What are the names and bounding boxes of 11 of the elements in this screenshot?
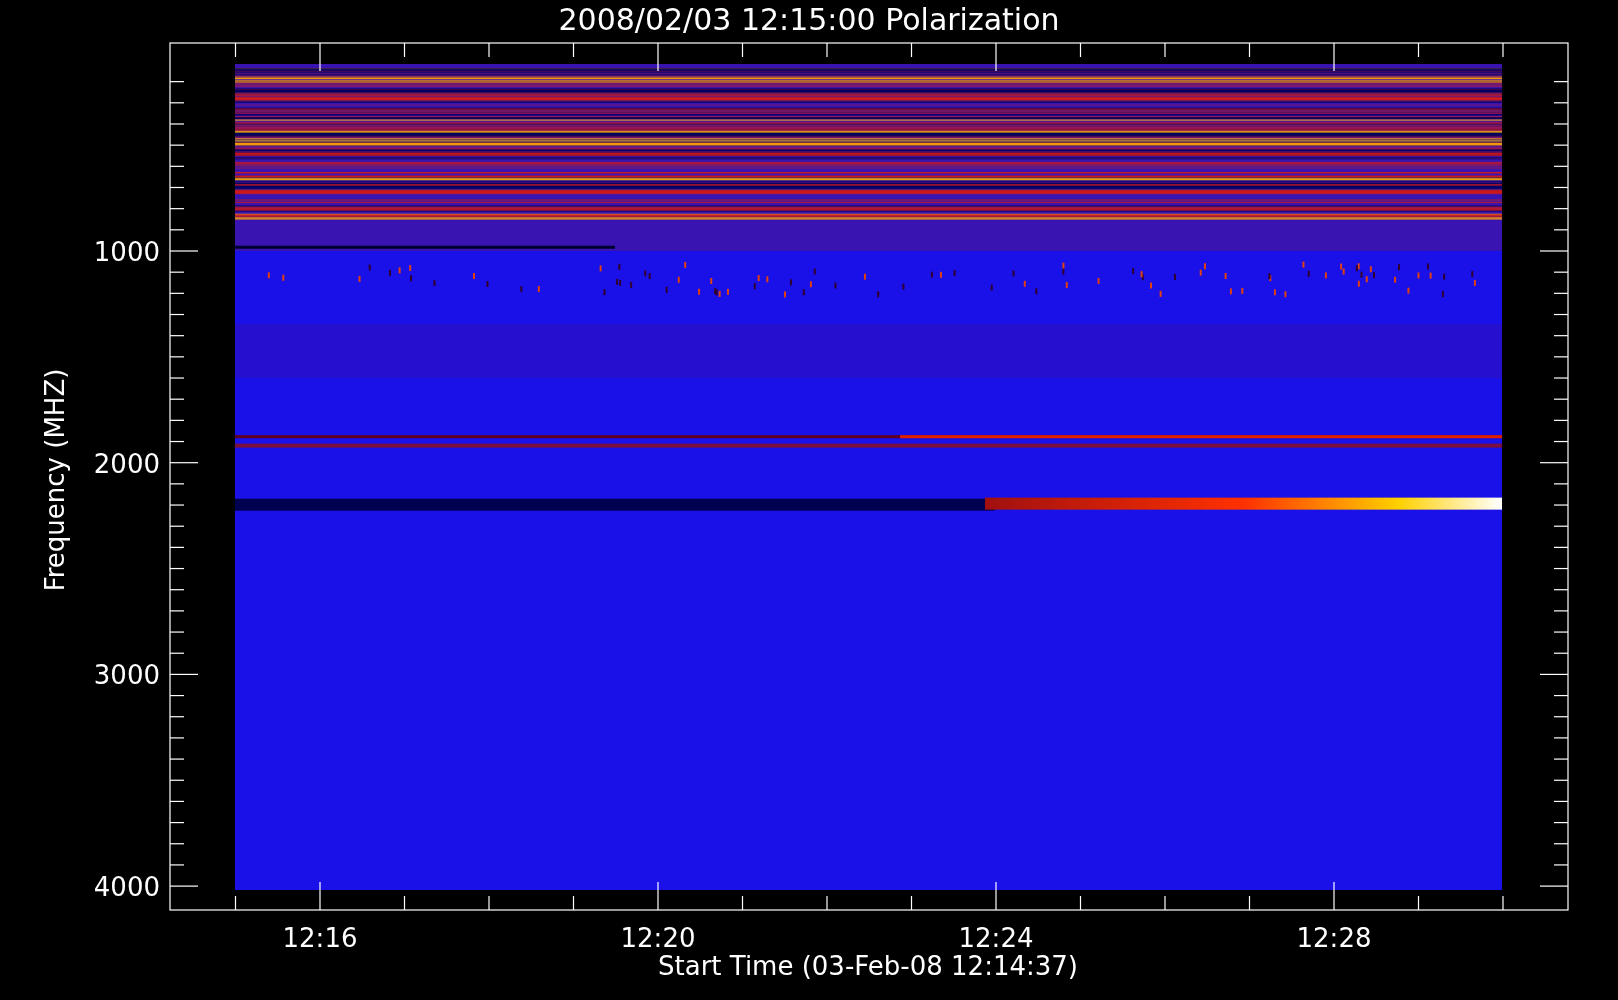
axis-label: Start Time (03-Feb-08 12:14:37) — [658, 951, 1078, 981]
tick-label: 3000 — [93, 660, 160, 691]
tick-label: 12:16 — [282, 923, 358, 953]
tick-label: 12:20 — [620, 923, 696, 953]
tick-label: 4000 — [93, 872, 160, 903]
tick-label: 2000 — [93, 448, 160, 479]
tick-label: 1000 — [93, 237, 160, 267]
chart-title: 2008/02/03 12:15:00 Polarization — [558, 2, 1060, 37]
tick-label: 12:28 — [1296, 923, 1372, 953]
axis-label: Frequency (MHZ) — [40, 368, 70, 592]
tick-label: 12:24 — [958, 923, 1034, 953]
